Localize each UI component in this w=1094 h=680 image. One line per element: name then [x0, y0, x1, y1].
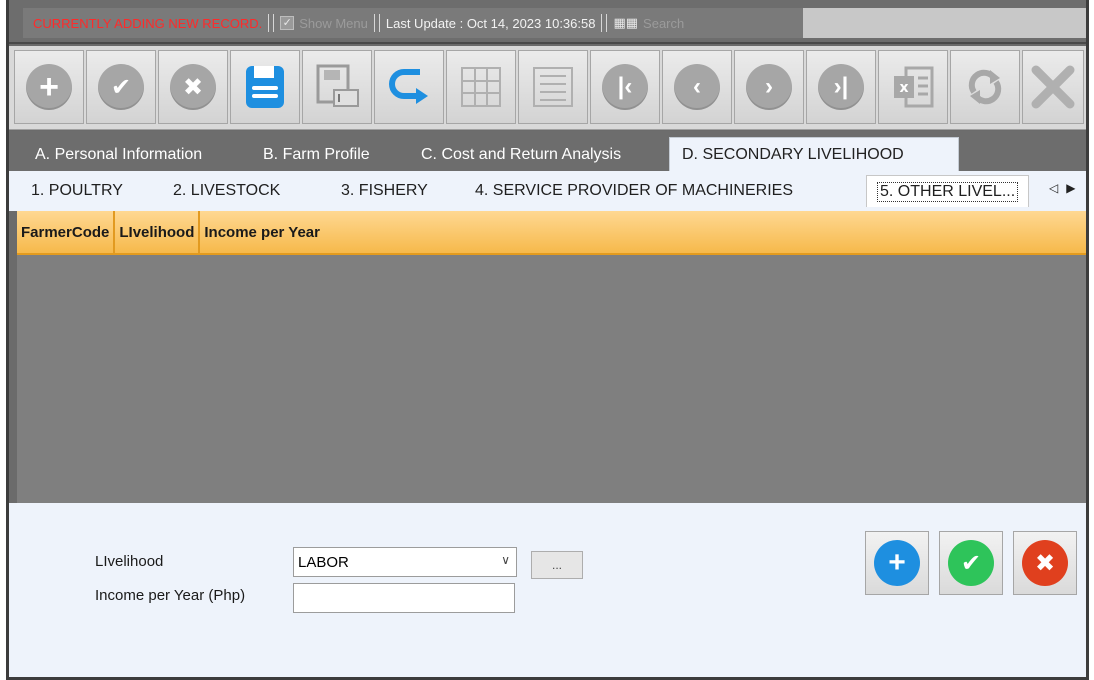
tab-fishery[interactable]: 3. FISHERY: [331, 177, 438, 205]
add-button[interactable]: +: [14, 50, 84, 124]
save-icon: [246, 66, 284, 108]
livelihood-dropdown[interactable]: LABOR ∨: [293, 547, 517, 577]
separator: [373, 14, 380, 32]
scroll-right-icon[interactable]: ▶: [1066, 181, 1075, 195]
tab-secondary-livelihood[interactable]: D. SECONDARY LIVELIHOOD: [669, 137, 959, 171]
status-alert-text: CURRENTLY ADDING NEW RECORD.: [33, 15, 263, 31]
separator: [601, 14, 608, 32]
save-as-icon: [316, 64, 359, 107]
grid-header: FarmerCode LIvelihood Income per Year: [17, 211, 1086, 255]
close-icon: [1031, 65, 1075, 109]
form-save-button[interactable]: ✔: [939, 531, 1003, 595]
save-button[interactable]: [230, 50, 300, 124]
last-record-icon: ›|: [818, 64, 864, 110]
tab-other-livelihood-label: 5. OTHER LIVEL...: [877, 181, 1019, 202]
export-excel-button[interactable]: x: [878, 50, 948, 124]
tab-livestock[interactable]: 2. LIVESTOCK: [163, 177, 290, 205]
cancel-icon: ✖: [170, 64, 216, 110]
column-header-farmercode[interactable]: FarmerCode: [17, 211, 116, 253]
toolbar: + ✔ ✖ |‹ ‹ › ›| x: [9, 46, 1086, 130]
separator: [268, 14, 275, 32]
cancel-icon: ✖: [1022, 540, 1068, 586]
last-update-text: Last Update : Oct 14, 2023 10:36:58: [385, 15, 596, 31]
export-excel-icon: x: [894, 66, 934, 108]
cancel-button[interactable]: ✖: [158, 50, 228, 124]
refresh-icon: [968, 69, 1002, 105]
tab-personal-information[interactable]: A. Personal Information: [23, 139, 214, 171]
app-window: CURRENTLY ADDING NEW RECORD. ✓ Show Menu…: [6, 0, 1089, 680]
column-header-income-per-year[interactable]: Income per Year: [200, 211, 1086, 253]
undo-icon: [389, 69, 428, 104]
column-header-livelihood[interactable]: LIvelihood: [115, 211, 201, 253]
close-button[interactable]: [1022, 50, 1084, 124]
list-icon: [533, 67, 573, 107]
status-bar: CURRENTLY ADDING NEW RECORD. ✓ Show Menu…: [9, 0, 1086, 44]
scroll-left-icon[interactable]: ◁: [1049, 181, 1058, 195]
tab-poultry[interactable]: 1. POULTRY: [21, 177, 133, 205]
tab-service-provider-machineries[interactable]: 4. SERVICE PROVIDER OF MACHINERIES: [465, 177, 803, 205]
show-menu-checkbox[interactable]: ✓: [280, 16, 295, 30]
next-record-button[interactable]: ›: [734, 50, 804, 124]
previous-record-icon: ‹: [674, 64, 720, 110]
livelihood-label: LIvelihood: [95, 553, 164, 570]
add-icon: +: [874, 540, 920, 586]
tab-other-livelihood[interactable]: 5. OTHER LIVEL...: [866, 175, 1030, 207]
check-icon: ✔: [948, 540, 994, 586]
undo-button[interactable]: [374, 50, 444, 124]
livelihood-dropdown-value: LABOR: [298, 553, 349, 571]
status-right-panel: [803, 8, 1086, 38]
confirm-icon: ✔: [98, 64, 144, 110]
chevron-down-icon[interactable]: ∨: [501, 553, 510, 567]
save-as-button[interactable]: [302, 50, 372, 124]
next-record-icon: ›: [746, 64, 792, 110]
sub-tab-strip: 1. POULTRY 2. LIVESTOCK 3. FISHERY 4. SE…: [9, 171, 1086, 211]
last-record-button[interactable]: ›|: [806, 50, 876, 124]
show-menu-label[interactable]: Show Menu: [299, 16, 368, 31]
form-cancel-button[interactable]: ✖: [1013, 531, 1077, 595]
first-record-icon: |‹: [602, 64, 648, 110]
form-add-button[interactable]: +: [865, 531, 929, 595]
list-view-button[interactable]: [518, 50, 588, 124]
income-label: Income per Year (Php): [95, 587, 246, 604]
tab-farm-profile[interactable]: B. Farm Profile: [251, 139, 382, 171]
refresh-button[interactable]: [950, 50, 1020, 124]
livelihood-grid[interactable]: FarmerCode LIvelihood Income per Year: [17, 211, 1086, 503]
tab-scroll-arrows: ◁ ▶: [1045, 181, 1079, 195]
tab-cost-return-analysis[interactable]: C. Cost and Return Analysis: [409, 139, 633, 171]
livelihood-form: LIvelihood LABOR ∨ ... Income per Year (…: [9, 503, 1086, 677]
grid-icon: [461, 67, 501, 107]
previous-record-button[interactable]: ‹: [662, 50, 732, 124]
add-icon: +: [26, 64, 72, 110]
income-per-year-field[interactable]: [293, 583, 515, 613]
grid-view-button[interactable]: [446, 50, 516, 124]
first-record-button[interactable]: |‹: [590, 50, 660, 124]
status-strip: CURRENTLY ADDING NEW RECORD. ✓ Show Menu…: [23, 8, 803, 38]
binoculars-icon[interactable]: ▦▦: [613, 15, 638, 31]
confirm-button[interactable]: ✔: [86, 50, 156, 124]
main-tab-strip: A. Personal Information B. Farm Profile …: [9, 131, 1086, 171]
svg-text:x: x: [899, 80, 908, 96]
browse-livelihood-button[interactable]: ...: [531, 551, 583, 579]
search-button[interactable]: Search: [643, 16, 684, 31]
